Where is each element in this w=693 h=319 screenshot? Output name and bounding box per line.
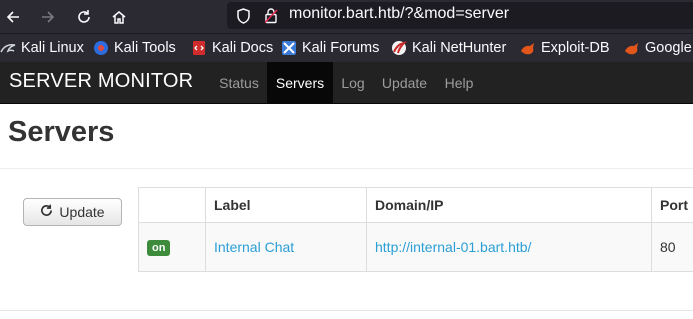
nav-log[interactable]: Log [333, 62, 373, 103]
bookmark-kali-tools[interactable]: Kali Tools [93, 38, 176, 58]
bookmark-kali-docs[interactable]: Kali Docs [191, 38, 273, 58]
port-cell: 80 [651, 222, 693, 272]
domain-cell: http://internal-01.bart.htb/ [366, 222, 652, 272]
nav-servers[interactable]: Servers [267, 62, 333, 103]
servers-table: Label Domain/IP Port on Internal Chat ht… [138, 187, 693, 272]
tracking-shield-icon[interactable] [236, 8, 251, 29]
column-header-port: Port [651, 187, 693, 223]
nav-status[interactable]: Status [211, 62, 267, 103]
lock-icon[interactable] [263, 7, 279, 29]
bookmark-kali-forums[interactable]: Kali Forums [281, 38, 379, 58]
column-header-status [138, 187, 206, 223]
nethunter-icon [391, 40, 408, 56]
browser-toolbar: monitor.bart.htb/?&mod=server [0, 0, 693, 33]
back-icon[interactable] [1, 5, 25, 29]
url-text[interactable]: monitor.bart.htb/?&mod=server [289, 5, 509, 23]
status-badge[interactable]: on [147, 240, 171, 256]
google-hacking-icon [624, 40, 640, 56]
bookmark-google[interactable]: Google [624, 38, 692, 58]
bookmarks-bar: Kali Linux Kali Tools Kali Docs Kali For… [0, 33, 693, 62]
column-header-domain: Domain/IP [366, 187, 652, 223]
refresh-icon [40, 204, 59, 220]
forward-icon[interactable] [36, 5, 60, 29]
bookmark-kali-nethunter[interactable]: Kali NetHunter [391, 38, 506, 58]
title-divider [0, 168, 693, 169]
bookmark-kali-linux[interactable]: Kali Linux [0, 38, 84, 58]
table-header-row: Label Domain/IP Port [138, 187, 693, 223]
status-cell: on [138, 222, 206, 272]
url-bar[interactable]: monitor.bart.htb/?&mod=server [227, 2, 693, 29]
server-domain-link[interactable]: http://internal-01.bart.htb/ [375, 239, 531, 255]
kali-tools-icon [93, 40, 109, 56]
column-header-label: Label [205, 187, 367, 223]
app-navbar: SERVER MONITOR Status Servers Log Update… [0, 62, 693, 104]
kali-dragon-icon [0, 40, 16, 56]
bookmark-exploit-db[interactable]: Exploit-DB [520, 38, 610, 58]
update-button[interactable]: Update [23, 198, 122, 226]
reload-icon[interactable] [72, 5, 96, 29]
nav-update[interactable]: Update [374, 62, 435, 103]
label-cell: Internal Chat [205, 222, 367, 272]
kali-forums-icon [281, 40, 297, 56]
brand-title[interactable]: SERVER MONITOR [9, 70, 193, 93]
table-row: on Internal Chat http://internal-01.bart… [138, 222, 693, 272]
nav-help[interactable]: Help [437, 62, 481, 103]
home-icon[interactable] [107, 5, 131, 29]
server-label-link[interactable]: Internal Chat [214, 239, 294, 255]
bottom-divider [0, 310, 693, 311]
page-title: Servers [8, 116, 115, 148]
kali-docs-icon [191, 40, 207, 56]
exploit-db-icon [520, 40, 536, 56]
